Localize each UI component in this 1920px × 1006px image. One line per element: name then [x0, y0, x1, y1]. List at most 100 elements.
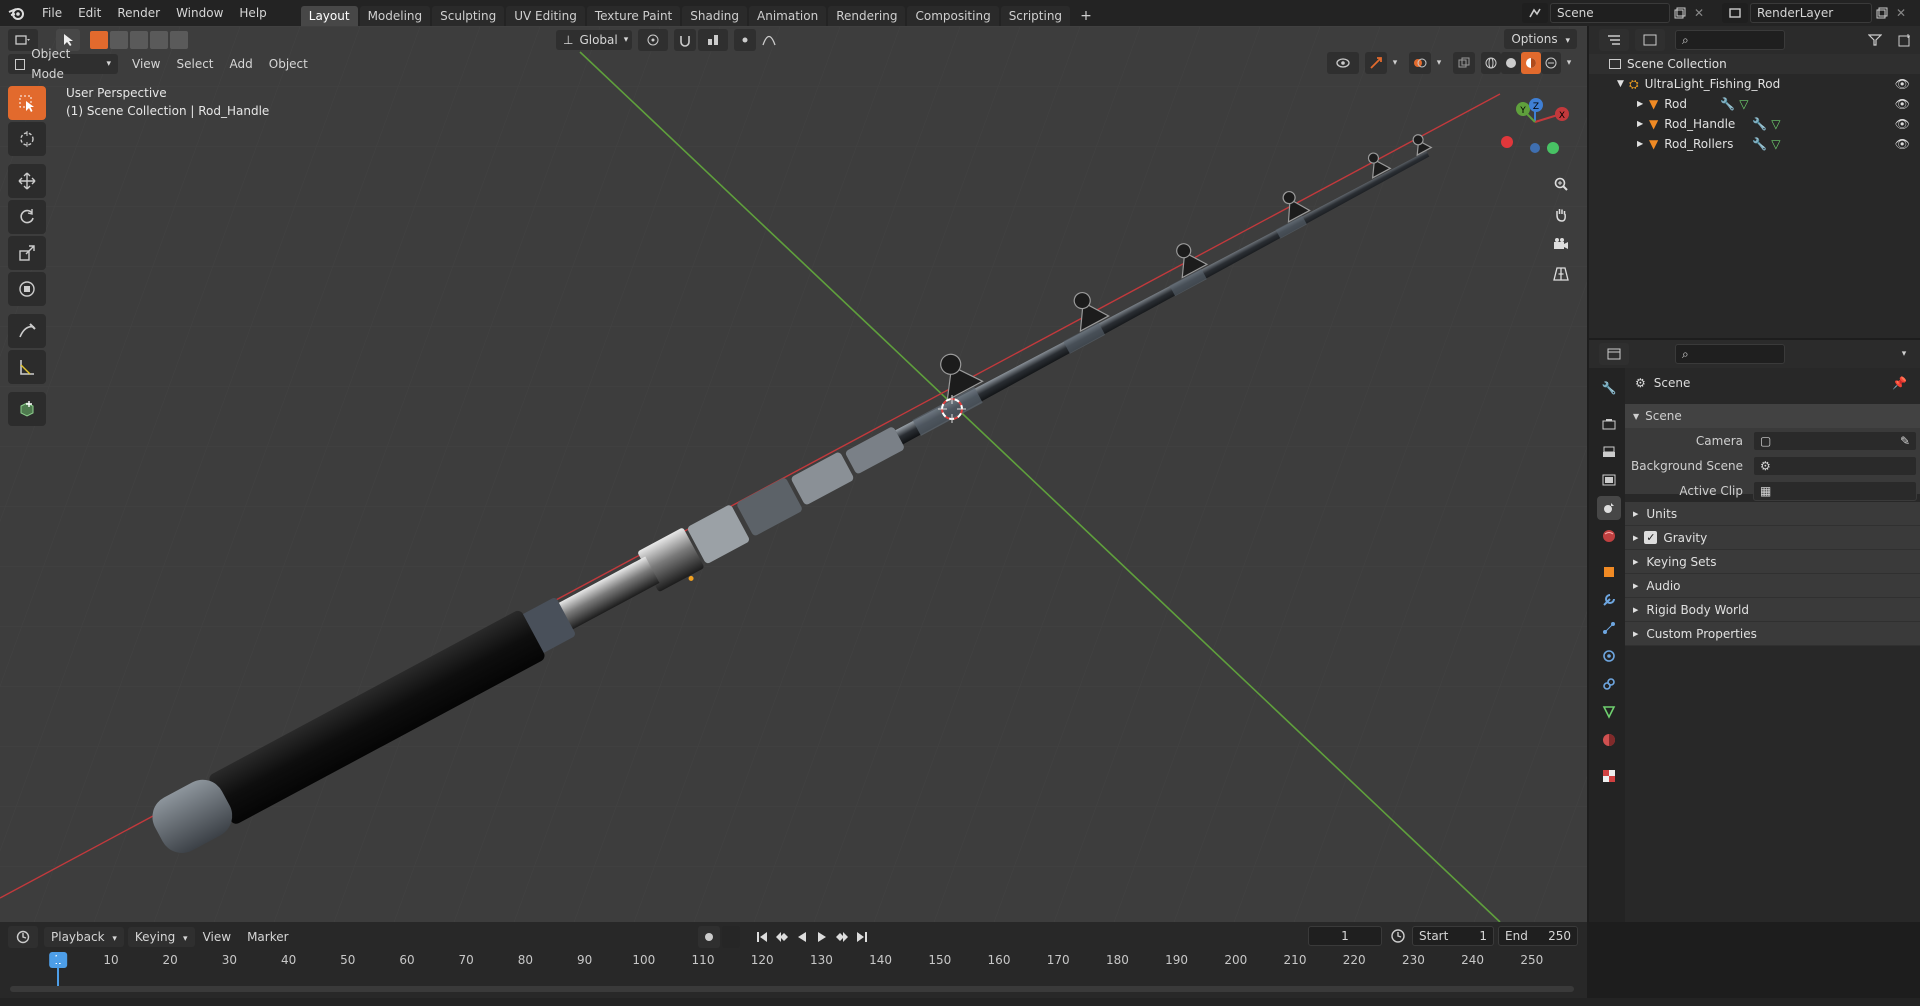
- shading-rendered-icon[interactable]: [1541, 52, 1561, 74]
- timeline-menu-view[interactable]: View: [195, 927, 239, 947]
- audio-panel[interactable]: ▶ Audio: [1625, 574, 1920, 598]
- render-layer-field[interactable]: RenderLayer: [1750, 3, 1872, 23]
- tab-modeling[interactable]: Modeling: [359, 6, 431, 26]
- background-scene-field[interactable]: ⚙: [1753, 455, 1917, 476]
- next-keyframe-icon[interactable]: [832, 926, 852, 948]
- outliner-collection-row[interactable]: ▼ ⛭ UltraLight_Fishing_Rod 👁: [1589, 74, 1920, 94]
- properties-search-input[interactable]: ⌕: [1675, 344, 1785, 364]
- keying-sets-panel[interactable]: ▶ Keying Sets: [1625, 550, 1920, 574]
- camera-view-icon[interactable]: [1546, 230, 1576, 258]
- viewport-menu-view[interactable]: View: [124, 54, 168, 74]
- timeline-menu-marker[interactable]: Marker: [239, 927, 296, 947]
- overlays-icon[interactable]: [1409, 52, 1431, 74]
- playback-menu[interactable]: Playback ▾: [44, 927, 124, 947]
- new-view-layer-icon[interactable]: [1872, 3, 1892, 23]
- shading-material-icon[interactable]: [1521, 52, 1541, 74]
- mesh-data-tab-icon[interactable]: [1597, 700, 1621, 724]
- select-box-tool[interactable]: [8, 86, 46, 120]
- move-tool[interactable]: [8, 164, 46, 198]
- overlays-dropdown-icon[interactable]: ▾: [1431, 52, 1447, 74]
- tab-sculpting[interactable]: Sculpting: [432, 6, 505, 26]
- start-frame-field[interactable]: Start 1: [1412, 926, 1494, 946]
- object-tab-icon[interactable]: [1597, 560, 1621, 584]
- rigid-body-world-panel[interactable]: ▶ Rigid Body World: [1625, 598, 1920, 622]
- jump-start-icon[interactable]: [752, 926, 772, 948]
- scene-tab-icon[interactable]: [1597, 496, 1621, 520]
- viewport-menu-select[interactable]: Select: [168, 54, 221, 74]
- tab-compositing[interactable]: Compositing: [907, 6, 999, 26]
- play-reverse-icon[interactable]: [792, 926, 812, 948]
- gravity-checkbox[interactable]: ✓: [1644, 531, 1658, 544]
- particles-tab-icon[interactable]: [1597, 616, 1621, 640]
- annotate-tool[interactable]: [8, 314, 46, 348]
- menu-render[interactable]: Render: [109, 0, 168, 26]
- prev-keyframe-icon[interactable]: [772, 926, 792, 948]
- snap-target-icon[interactable]: [698, 29, 728, 51]
- new-scene-icon[interactable]: [1670, 3, 1690, 23]
- new-collection-icon[interactable]: [1894, 29, 1916, 51]
- tab-layout[interactable]: Layout: [300, 6, 358, 26]
- zoom-icon[interactable]: [1546, 170, 1576, 198]
- scene-panel-header[interactable]: ▼ Scene: [1625, 404, 1920, 428]
- gizmo-dropdown-icon[interactable]: ▾: [1387, 52, 1403, 74]
- render-tab-icon[interactable]: [1597, 412, 1621, 436]
- select-subtract-icon[interactable]: [130, 31, 148, 49]
- properties-options-icon[interactable]: ▾: [1894, 343, 1914, 365]
- eyedropper-icon[interactable]: ✎: [1900, 432, 1910, 450]
- pivot-point-icon[interactable]: [638, 29, 668, 51]
- tab-uv-editing[interactable]: UV Editing: [506, 6, 585, 26]
- chevron-right-icon[interactable]: ▶: [1637, 114, 1649, 134]
- falloff-icon[interactable]: [758, 29, 780, 51]
- object-mode-dropdown[interactable]: Object Mode ▾: [8, 47, 118, 81]
- orientation-select[interactable]: ⊥ Global ▾: [556, 30, 632, 50]
- eye-icon[interactable]: 👁: [1895, 134, 1910, 154]
- timeline-scrollbar[interactable]: [10, 986, 1574, 992]
- display-mode-icon[interactable]: [1635, 29, 1665, 51]
- material-tab-icon[interactable]: [1597, 728, 1621, 752]
- timeline-editor-type-icon[interactable]: [8, 926, 38, 948]
- transform-tool[interactable]: [8, 272, 46, 306]
- custom-properties-panel[interactable]: ▶ Custom Properties: [1625, 622, 1920, 646]
- texture-tab-icon[interactable]: [1597, 764, 1621, 788]
- view-layer-tab-icon[interactable]: [1597, 468, 1621, 492]
- viewport-menu-object[interactable]: Object: [261, 54, 316, 74]
- tab-animation[interactable]: Animation: [749, 6, 827, 26]
- eye-icon[interactable]: 👁: [1895, 94, 1910, 114]
- end-frame-field[interactable]: End 250: [1498, 926, 1578, 946]
- menu-edit[interactable]: Edit: [70, 0, 109, 26]
- constraints-tab-icon[interactable]: [1597, 672, 1621, 696]
- blender-logo-icon[interactable]: [0, 0, 34, 26]
- measure-tool[interactable]: [8, 350, 46, 384]
- tab-texture-paint[interactable]: Texture Paint: [586, 6, 681, 26]
- select-extend-icon[interactable]: [110, 31, 128, 49]
- tool-tab-icon[interactable]: 🔧: [1597, 376, 1621, 400]
- view-layer-selector[interactable]: RenderLayer ✕: [1722, 3, 1918, 23]
- jump-end-icon[interactable]: [852, 926, 872, 948]
- play-icon[interactable]: [812, 926, 832, 948]
- outliner-editor-type-icon[interactable]: [1599, 29, 1629, 51]
- rotate-tool[interactable]: [8, 200, 46, 234]
- keying-set-icon[interactable]: [722, 926, 740, 948]
- gizmo-icon[interactable]: [1365, 52, 1387, 74]
- auto-keying-icon[interactable]: [698, 926, 720, 948]
- scene-selector[interactable]: Scene ✕: [1522, 3, 1712, 23]
- output-tab-icon[interactable]: [1597, 440, 1621, 464]
- outliner-search-input[interactable]: ⌕: [1675, 30, 1785, 50]
- visibility-icon[interactable]: [1327, 52, 1359, 74]
- pan-hand-icon[interactable]: [1546, 200, 1576, 228]
- transform-orientation-dropdown[interactable]: ⊥ Global ▾: [556, 29, 780, 51]
- add-workspace-button[interactable]: +: [1072, 6, 1100, 26]
- scene-name-field[interactable]: Scene: [1550, 3, 1670, 23]
- eye-icon[interactable]: 👁: [1895, 74, 1910, 94]
- modifier-tab-icon[interactable]: [1597, 588, 1621, 612]
- shading-wireframe-icon[interactable]: [1481, 52, 1501, 74]
- active-clip-field[interactable]: ▦: [1753, 480, 1917, 501]
- viewport-menu-add[interactable]: Add: [222, 54, 261, 74]
- current-frame-field[interactable]: 1: [1308, 926, 1382, 946]
- shading-solid-icon[interactable]: [1501, 52, 1521, 74]
- close-scene-icon[interactable]: ✕: [1690, 6, 1708, 20]
- outliner-object-rod-rollers[interactable]: ▶ ▼ Rod_Rollers 🔧 ▽ 👁: [1589, 134, 1920, 154]
- chevron-down-icon[interactable]: ▼: [1617, 74, 1629, 94]
- world-tab-icon[interactable]: [1597, 524, 1621, 548]
- menu-help[interactable]: Help: [231, 0, 274, 26]
